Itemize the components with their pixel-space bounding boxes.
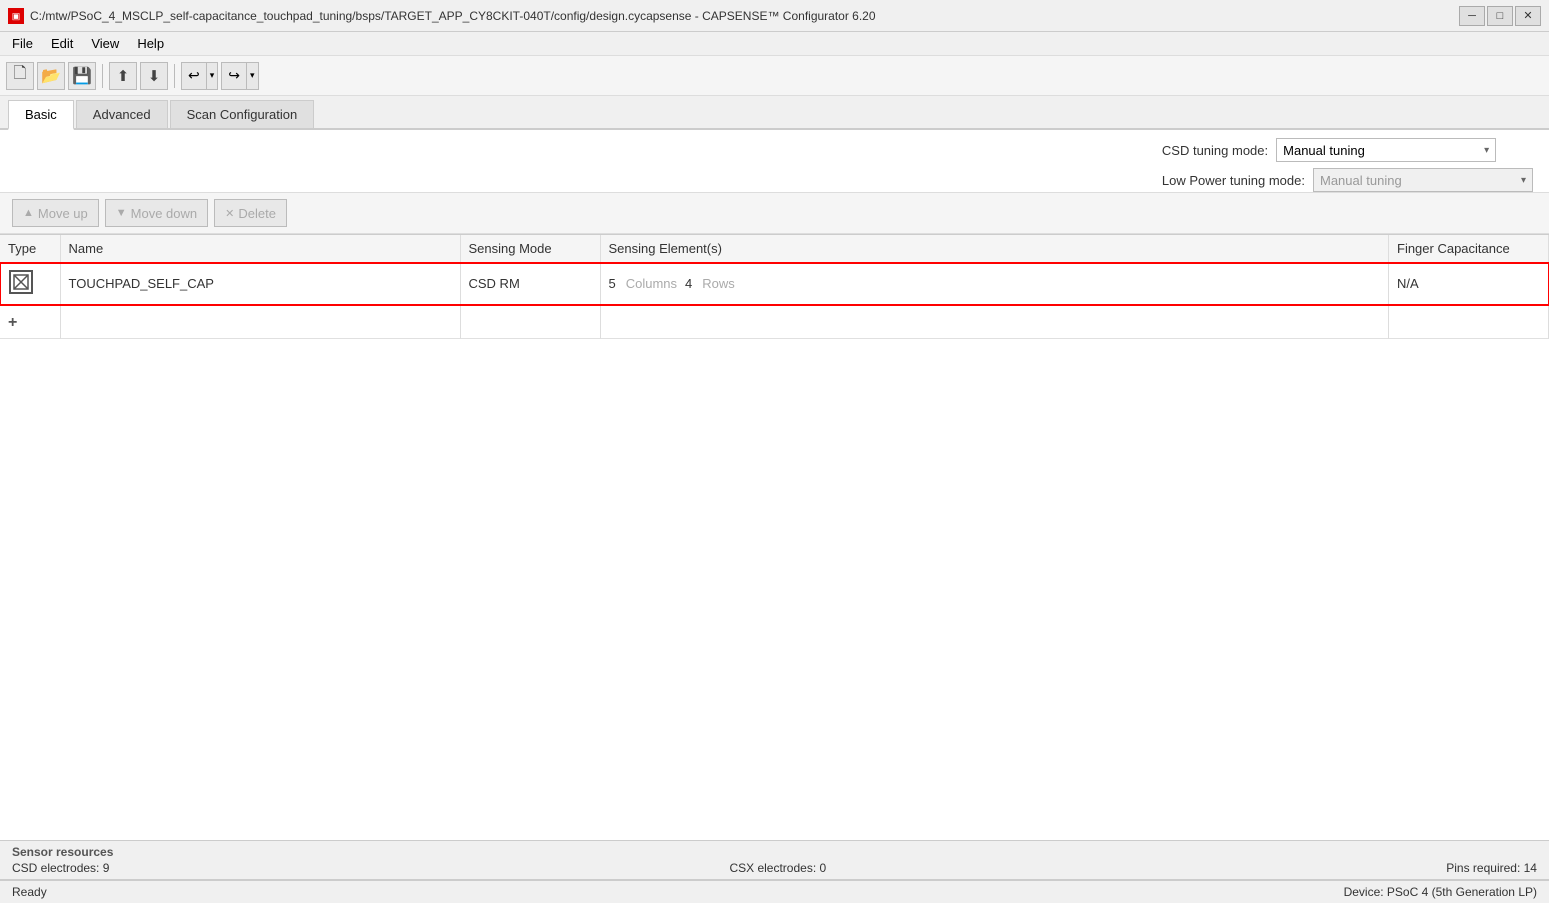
tab-scan-configuration[interactable]: Scan Configuration: [170, 100, 315, 128]
csx-electrodes-label: CSX electrodes:: [729, 861, 819, 875]
export-button[interactable]: ⬇: [140, 62, 168, 90]
redo-button-group[interactable]: ↪ ▾: [221, 62, 258, 90]
add-btn-cell[interactable]: +: [0, 305, 60, 339]
table-row[interactable]: TOUCHPAD_SELF_CAP CSD RM 5 Columns 4 Row…: [0, 263, 1549, 305]
menu-view[interactable]: View: [83, 34, 127, 53]
table-wrapper: Type Name Sensing Mode Sensing Element(s…: [0, 234, 1549, 840]
close-btn[interactable]: ✕: [1515, 6, 1541, 26]
tuning-selects: CSD tuning mode: Manual tuning ▾ Low Pow…: [1162, 138, 1533, 192]
bottom-status-bar: Ready Device: PSoC 4 (5th Generation LP): [0, 879, 1549, 903]
move-up-label: Move up: [38, 206, 88, 221]
top-section: CSD tuning mode: Manual tuning ▾ Low Pow…: [0, 130, 1549, 234]
menu-file[interactable]: File: [4, 34, 41, 53]
new-button[interactable]: 🗋: [6, 62, 34, 90]
tab-basic[interactable]: Basic: [8, 100, 74, 130]
col-header-finger-cap: Finger Capacitance: [1389, 235, 1549, 263]
col-header-sensing-mode: Sensing Mode: [460, 235, 600, 263]
move-up-icon: ▲: [23, 207, 34, 219]
csd-tuning-arrow: ▾: [1484, 145, 1489, 156]
table-header: Type Name Sensing Mode Sensing Element(s…: [0, 235, 1549, 263]
header-row: Type Name Sensing Mode Sensing Element(s…: [0, 235, 1549, 263]
import-button[interactable]: ⬆: [109, 62, 137, 90]
move-down-icon: ▼: [116, 207, 127, 219]
csd-tuning-row: CSD tuning mode: Manual tuning ▾: [1162, 138, 1533, 162]
toolbar: 🗋 📂 💾 ⬆ ⬇ ↩ ▾ ↪ ▾: [0, 56, 1549, 96]
csd-tuning-label: CSD tuning mode:: [1162, 143, 1268, 158]
undo-arrow[interactable]: ▾: [206, 63, 218, 89]
add-widget-row[interactable]: +: [0, 305, 1549, 339]
tab-advanced[interactable]: Advanced: [76, 100, 168, 128]
csd-electrodes-value: 9: [103, 861, 110, 875]
csd-tuning-value: Manual tuning: [1283, 143, 1365, 158]
low-power-tuning-row: Low Power tuning mode: Manual tuning ▾: [1162, 168, 1533, 192]
device-info: Device: PSoC 4 (5th Generation LP): [1344, 885, 1537, 899]
undo-button-group[interactable]: ↩ ▾: [181, 62, 218, 90]
main-content: CSD tuning mode: Manual tuning ▾ Low Pow…: [0, 130, 1549, 879]
elements-count: 5: [609, 276, 616, 291]
add-sensing-cell: [460, 305, 600, 339]
action-bar: ▲ Move up ▼ Move down ✕ Delete: [0, 192, 1549, 234]
ready-status: Ready: [12, 885, 47, 899]
toolbar-sep-2: [174, 64, 175, 88]
menu-edit[interactable]: Edit: [43, 34, 81, 53]
low-power-tuning-arrow: ▾: [1521, 175, 1526, 186]
move-down-label: Move down: [131, 206, 197, 221]
delete-icon: ✕: [225, 207, 234, 220]
pins-value: 14: [1524, 861, 1537, 875]
move-down-button[interactable]: ▼ Move down: [105, 199, 208, 227]
cell-sensing-mode: CSD RM: [460, 263, 600, 305]
rows-label: Rows: [702, 276, 735, 291]
sensing-elements-group: 5 Columns 4 Rows: [609, 276, 1381, 291]
add-elements-cell: [600, 305, 1389, 339]
tab-bar: Basic Advanced Scan Configuration: [0, 96, 1549, 130]
col-header-sensing-elements: Sensing Element(s): [600, 235, 1389, 263]
add-finger-cell: [1389, 305, 1549, 339]
save-button[interactable]: 💾: [68, 62, 96, 90]
cell-sensing-elements: 5 Columns 4 Rows: [600, 263, 1389, 305]
low-power-tuning-label: Low Power tuning mode:: [1162, 173, 1305, 188]
toolbar-sep-1: [102, 64, 103, 88]
csx-electrodes: CSX electrodes: 0: [729, 861, 826, 875]
csd-electrodes: CSD electrodes: 9: [12, 861, 109, 875]
csd-electrodes-label: CSD electrodes:: [12, 861, 103, 875]
widget-table: Type Name Sensing Mode Sensing Element(s…: [0, 235, 1549, 339]
cell-type: [0, 263, 60, 305]
col-header-name: Name: [60, 235, 460, 263]
pins-required: Pins required: 14: [1446, 861, 1537, 875]
app-icon: ▣: [8, 8, 24, 24]
redo-main[interactable]: ↪: [222, 63, 246, 89]
col-header-type: Type: [0, 235, 60, 263]
undo-main[interactable]: ↩: [182, 63, 206, 89]
table-body: TOUCHPAD_SELF_CAP CSD RM 5 Columns 4 Row…: [0, 263, 1549, 339]
cell-finger-cap: N/A: [1389, 263, 1549, 305]
delete-button[interactable]: ✕ Delete: [214, 199, 287, 227]
add-widget-icon[interactable]: +: [8, 314, 17, 331]
delete-label: Delete: [238, 206, 276, 221]
tuning-area: CSD tuning mode: Manual tuning ▾ Low Pow…: [0, 130, 1549, 192]
menu-help[interactable]: Help: [129, 34, 172, 53]
maximize-btn[interactable]: □: [1487, 6, 1513, 26]
sensor-resources-bar: Sensor resources CSD electrodes: 9 CSX e…: [0, 840, 1549, 879]
redo-arrow[interactable]: ▾: [246, 63, 258, 89]
low-power-tuning-select[interactable]: Manual tuning ▾: [1313, 168, 1533, 192]
columns-value: 4: [685, 276, 692, 291]
menu-bar: File Edit View Help: [0, 32, 1549, 56]
title-bar-controls: ─ □ ✕: [1459, 6, 1541, 26]
low-power-tuning-value: Manual tuning: [1320, 173, 1402, 188]
csd-tuning-select[interactable]: Manual tuning ▾: [1276, 138, 1496, 162]
touchpad-type-icon: [8, 269, 34, 295]
csx-electrodes-value: 0: [820, 861, 827, 875]
sensor-resources-title: Sensor resources: [12, 845, 1537, 859]
title-bar: ▣ C:/mtw/PSoC_4_MSCLP_self-capacitance_t…: [0, 0, 1549, 32]
sensor-resources-details: CSD electrodes: 9 CSX electrodes: 0 Pins…: [12, 861, 1537, 875]
minimize-btn[interactable]: ─: [1459, 6, 1485, 26]
pins-label: Pins required:: [1446, 861, 1523, 875]
move-up-button[interactable]: ▲ Move up: [12, 199, 99, 227]
title-bar-text: C:/mtw/PSoC_4_MSCLP_self-capacitance_tou…: [30, 9, 876, 23]
add-name-cell: [60, 305, 460, 339]
cell-name: TOUCHPAD_SELF_CAP: [60, 263, 460, 305]
columns-label: Columns: [626, 276, 677, 291]
open-button[interactable]: 📂: [37, 62, 65, 90]
title-bar-left: ▣ C:/mtw/PSoC_4_MSCLP_self-capacitance_t…: [8, 8, 876, 24]
